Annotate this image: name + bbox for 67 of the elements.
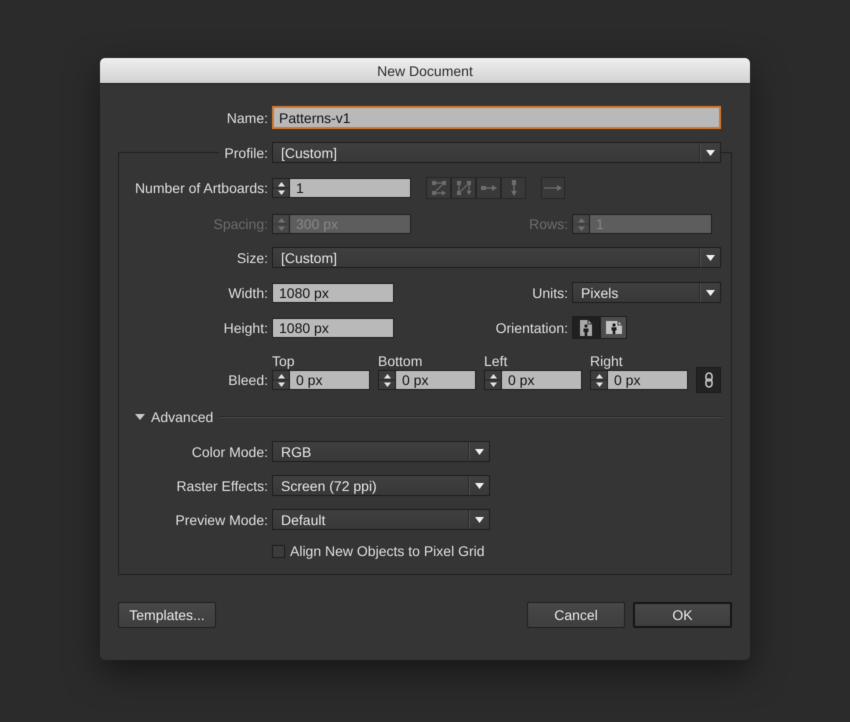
color-mode-dropdown[interactable]: RGB <box>272 441 490 462</box>
page-person-icon <box>606 321 622 334</box>
spin-buttons[interactable] <box>378 370 395 390</box>
chain-link-icon <box>704 372 712 388</box>
bleed-field[interactable]: 0 px <box>289 370 370 390</box>
up-down-arrows-icon <box>278 218 284 230</box>
spin-buttons[interactable] <box>590 370 607 390</box>
window-title: New Document <box>377 62 473 78</box>
bleed-side-label: Bottom <box>378 354 422 369</box>
up-down-arrows-icon <box>596 374 602 386</box>
caret-down-icon <box>706 290 714 296</box>
up-down-arrows-icon <box>578 218 584 230</box>
checkbox[interactable] <box>272 544 285 558</box>
preview-mode-label: Preview Mode: <box>175 512 268 528</box>
templates-button[interactable]: Templates... <box>118 602 216 628</box>
width-label: Width: <box>228 284 268 300</box>
units-label: Units: <box>532 284 568 300</box>
size-dropdown[interactable]: [Custom] <box>272 247 721 268</box>
grid-zigzag-arrow-icon <box>430 180 446 196</box>
spin-buttons[interactable] <box>272 370 289 390</box>
height-field[interactable]: 1080 px <box>272 318 394 338</box>
up-down-arrows-icon <box>278 374 284 386</box>
raster-effects-label: Raster Effects: <box>176 478 268 494</box>
width-field[interactable]: 1080 px <box>272 282 394 302</box>
orientation-button[interactable] <box>600 316 627 339</box>
bleed-field[interactable]: 0 px <box>607 370 688 390</box>
square-down-arrow-icon <box>508 180 518 196</box>
spin-buttons[interactable] <box>272 178 289 198</box>
size-label: Size: <box>236 250 268 266</box>
name-field[interactable]: Patterns-v1 <box>272 106 721 129</box>
units-dropdown[interactable]: Pixels <box>572 282 721 303</box>
caret-down-icon <box>706 254 714 260</box>
orientation-label: Orientation: <box>496 320 568 336</box>
up-down-arrows-icon <box>384 374 390 386</box>
raster-effects-dropdown[interactable]: Screen (72 ppi) <box>272 475 490 496</box>
bleed-field[interactable]: 0 px <box>501 370 582 390</box>
profile-dropdown[interactable]: [Custom] <box>272 142 721 163</box>
caret-down-icon <box>474 516 484 522</box>
link-toggle-button[interactable] <box>696 367 721 393</box>
color-mode-label: Color Mode: <box>192 444 268 460</box>
page-person-icon <box>580 320 592 336</box>
square-right-arrow-icon <box>480 183 496 193</box>
bleed-side-label: Top <box>272 354 295 369</box>
up-down-arrows-icon <box>490 374 496 386</box>
up-down-arrows-icon <box>278 182 284 194</box>
bleed-field[interactable]: 0 px <box>395 370 476 390</box>
checkbox-label[interactable]: Align New Objects to Pixel Grid <box>290 543 485 559</box>
right-arrow-icon <box>544 184 562 192</box>
caret-down-icon <box>474 482 484 488</box>
disclosure-triangle-icon[interactable] <box>135 414 145 420</box>
advanced-section-label[interactable]: Advanced <box>151 409 214 425</box>
profile-label: Profile: <box>219 144 272 160</box>
ok-button[interactable]: OK <box>633 602 732 628</box>
spin-buttons[interactable] <box>484 370 501 390</box>
preview-mode-dropdown[interactable]: Default <box>272 509 490 530</box>
artboards-label: Number of Artboards: <box>134 180 268 196</box>
height-label: Height: <box>224 320 268 336</box>
caret-down-icon <box>474 448 484 454</box>
orientation-button[interactable] <box>572 316 600 339</box>
name-label: Name: <box>226 110 268 126</box>
artboards-field[interactable]: 1 <box>289 178 411 198</box>
grid-down-arrow-icon <box>456 180 472 196</box>
bleed-label: Bleed: <box>228 372 268 388</box>
caret-down-icon <box>706 150 714 156</box>
cancel-button[interactable]: Cancel <box>527 602 625 628</box>
bleed-side-label: Left <box>484 354 508 369</box>
bleed-side-label: Right <box>590 354 623 369</box>
